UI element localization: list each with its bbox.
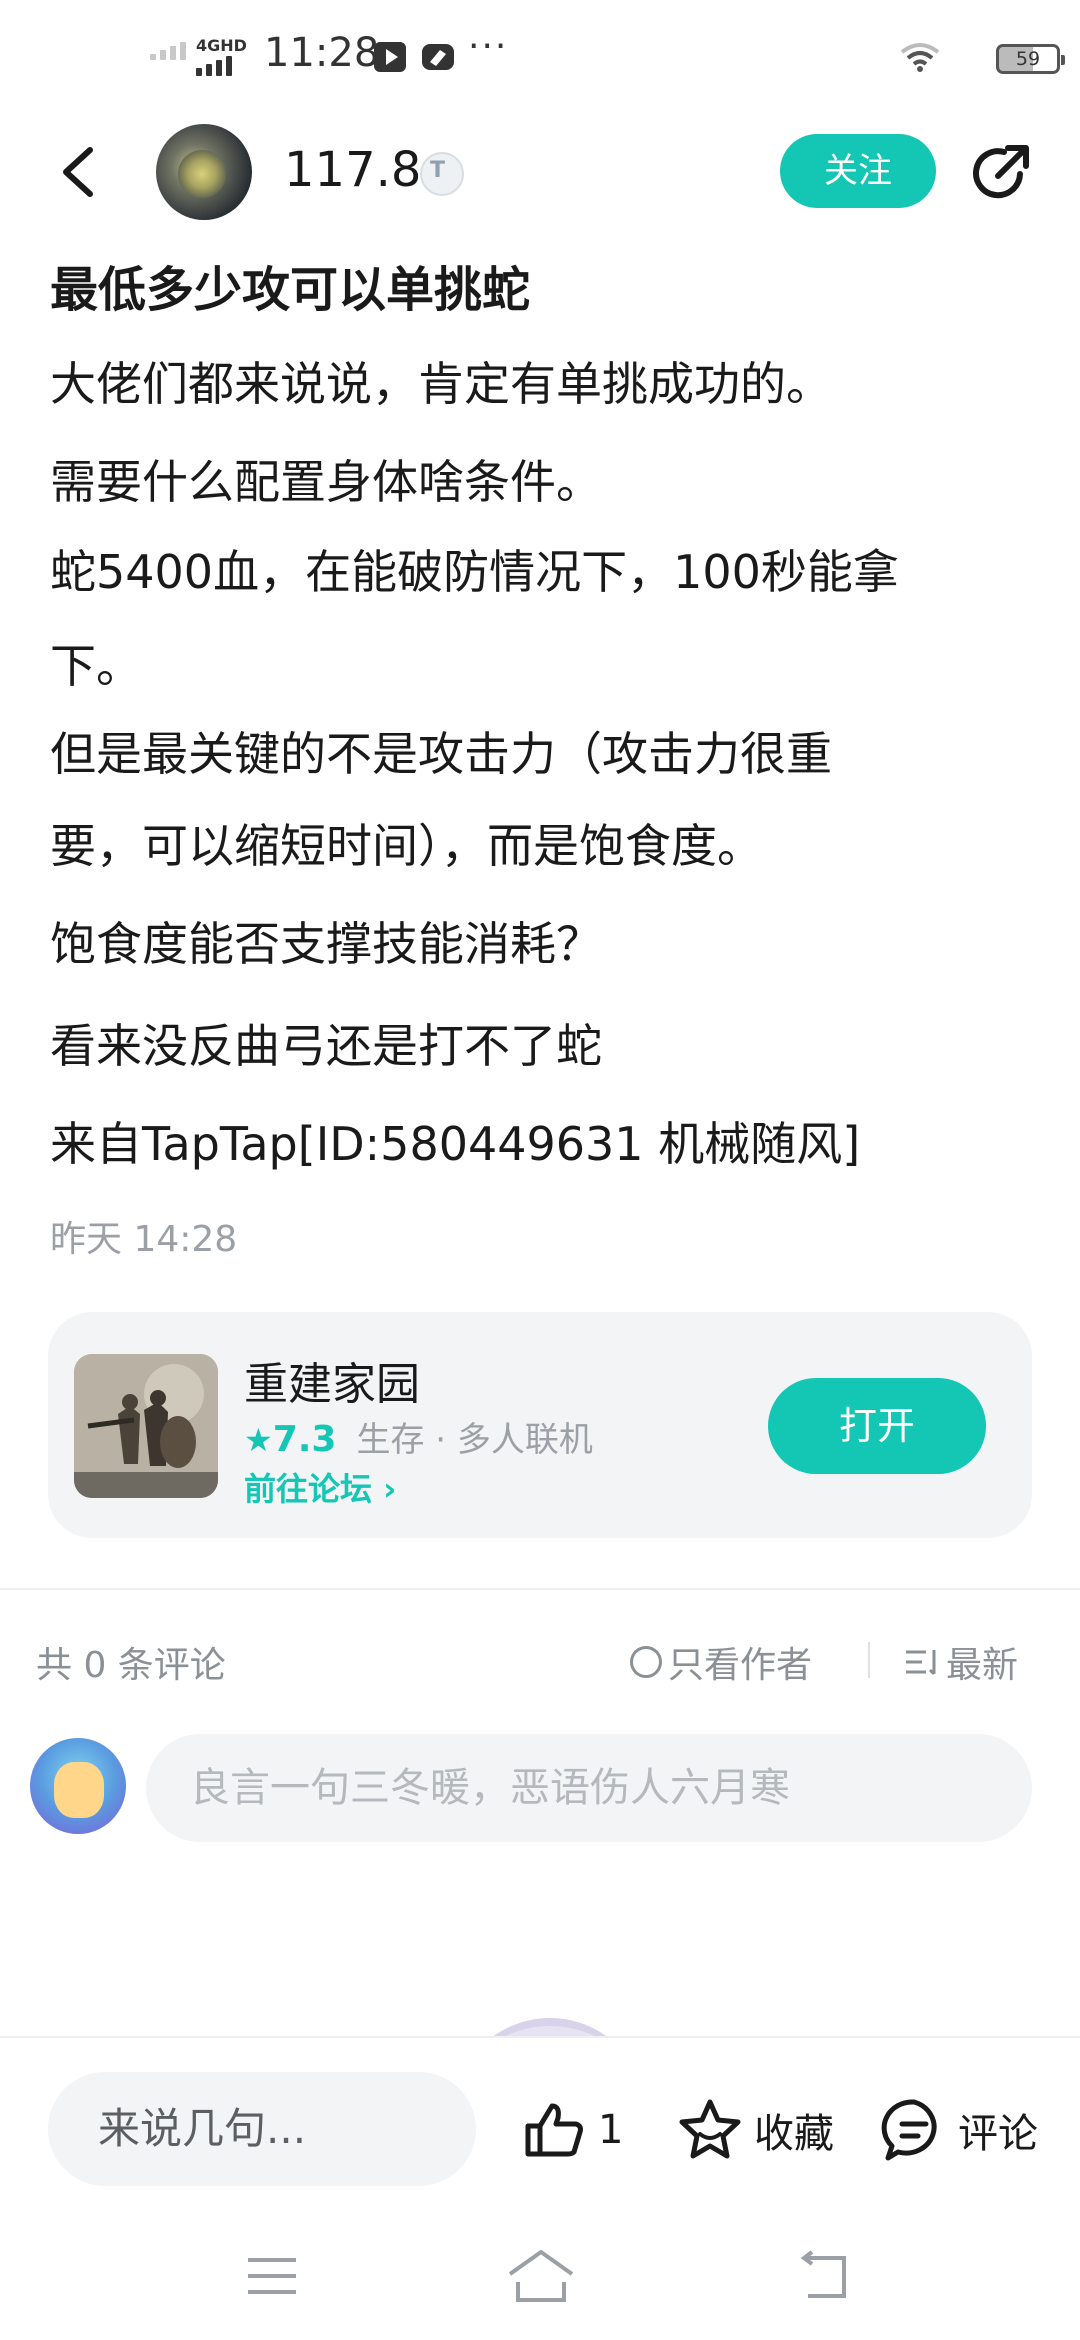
star-icon	[679, 2099, 741, 2159]
battery-icon: 59	[996, 44, 1065, 74]
app-notification-icon	[422, 44, 454, 70]
video-app-icon	[374, 42, 406, 72]
post-line: 要，可以缩短时间），而是饱食度。	[50, 819, 763, 873]
back-button[interactable]	[50, 142, 110, 202]
game-rating: 7.3	[272, 1419, 337, 1460]
sort-icon	[906, 1650, 936, 1676]
favorite-button[interactable]: 收藏	[676, 2096, 834, 2164]
status-time: 11:28	[264, 30, 380, 76]
post-line: 蛇5400血，在能破防情况下，100秒能拿	[50, 545, 899, 599]
home-icon[interactable]	[506, 2248, 576, 2304]
network-type: 4GHD	[196, 36, 247, 55]
author-only-label: 只看作者	[668, 1645, 813, 1686]
game-rating-row: ★7.3 生存 · 多人联机	[244, 1412, 593, 1461]
say-something-input[interactable]: 来说几句...	[48, 2072, 476, 2186]
radio-circle-icon	[630, 1646, 662, 1678]
open-game-button[interactable]: 打开	[768, 1378, 986, 1474]
comment-button[interactable]: 评论	[880, 2096, 1038, 2164]
sort-latest-label: 最新	[946, 1645, 1019, 1686]
bottom-action-bar: 来说几句... 1 收藏 评论	[0, 2036, 1080, 2236]
post-header: 117.8 关注	[0, 118, 1080, 228]
sort-latest-button[interactable]: 最新	[904, 1636, 1018, 1688]
verified-badge-icon	[420, 152, 464, 196]
status-bar: 4GHD 11:28 ··· 59	[0, 0, 1080, 118]
game-thumbnail-art	[74, 1354, 218, 1498]
current-user-avatar[interactable]	[30, 1738, 126, 1834]
post-title: 最低多少攻可以单挑蛇	[50, 262, 531, 318]
comment-count: 共 0 条评论	[36, 1645, 226, 1686]
more-notifications-icon: ···	[468, 26, 509, 67]
signal-strength-icon	[150, 42, 186, 60]
back-nav-icon[interactable]	[796, 2250, 852, 2302]
favorite-label: 收藏	[754, 2111, 834, 2157]
follow-button[interactable]: 关注	[780, 134, 936, 208]
avatar-image	[178, 150, 226, 198]
wifi-icon	[900, 43, 940, 72]
share-icon[interactable]	[968, 140, 1034, 206]
post-line: 大佬们都来说说，肯定有单挑成功的。	[50, 357, 832, 411]
comment-label: 评论	[958, 2111, 1038, 2157]
signal-bars-icon	[196, 56, 232, 76]
author-name[interactable]: 117.8	[284, 142, 421, 198]
post-line: 下。	[50, 639, 142, 693]
avatar-image	[54, 1762, 104, 1818]
divider	[0, 1588, 1080, 1590]
game-thumbnail	[74, 1354, 218, 1498]
author-avatar[interactable]	[156, 124, 252, 220]
comment-input[interactable]: 良言一句三冬暖，恶语伤人六月寒	[146, 1734, 1032, 1842]
game-card[interactable]: 重建家园 ★7.3 生存 · 多人联机 前往论坛 › 打开	[48, 1312, 1032, 1538]
post-line: 但是最关键的不是攻击力（攻击力很重	[50, 727, 832, 781]
game-tags: 生存 · 多人联机	[356, 1420, 593, 1460]
post-line: 来自TapTap[ID:580449631 机械随风]	[50, 1117, 861, 1171]
post-timestamp: 昨天 14:28	[50, 1219, 238, 1260]
post-line: 需要什么配置身体啥条件。	[50, 455, 602, 509]
go-to-forum-link[interactable]: 前往论坛 ›	[244, 1464, 396, 1510]
star-icon: ★	[244, 1421, 273, 1459]
comment-bubble-icon	[881, 2099, 937, 2161]
post-line: 饱食度能否支撑技能消耗？	[50, 917, 602, 971]
author-only-toggle[interactable]: 只看作者	[630, 1636, 812, 1688]
system-navigation-bar	[0, 2236, 1080, 2340]
thumbs-up-icon	[525, 2103, 583, 2157]
menu-icon[interactable]	[246, 2254, 298, 2298]
divider	[868, 1642, 870, 1678]
post-line: 看来没反曲弓还是打不了蛇	[50, 1019, 602, 1073]
game-name: 重建家园	[244, 1359, 420, 1410]
like-count: 1	[598, 2107, 624, 2153]
like-button[interactable]: 1	[520, 2096, 623, 2164]
